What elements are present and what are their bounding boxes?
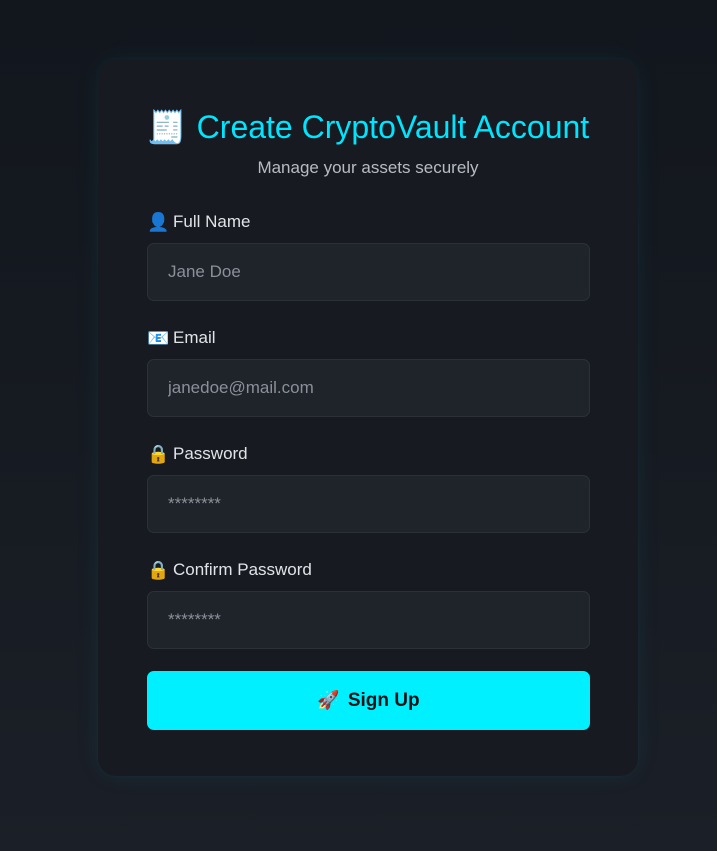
user-icon: 👤 xyxy=(147,212,170,232)
full-name-input[interactable] xyxy=(147,243,590,301)
email-label-text: Email xyxy=(173,328,216,347)
signup-card: 🧾 Create CryptoVault Account Manage your… xyxy=(98,59,638,776)
confirm-password-label: 🔒 Confirm Password xyxy=(147,559,589,581)
full-name-group: 👤 Full Name xyxy=(147,211,590,301)
full-name-label: 👤 Full Name xyxy=(147,211,589,233)
sign-up-button-label: Sign Up xyxy=(347,689,420,711)
page-title-row: 🧾 Create CryptoVault Account xyxy=(147,107,589,147)
confirm-password-label-text: Confirm Password xyxy=(173,560,312,579)
password-group: 🔒 Password xyxy=(147,443,590,533)
receipt-icon: 🧾 xyxy=(146,109,187,145)
password-input[interactable] xyxy=(147,475,590,533)
confirm-password-group: 🔒 Confirm Password xyxy=(147,559,590,649)
sign-up-button[interactable]: 🚀 Sign Up xyxy=(147,671,590,730)
email-input[interactable] xyxy=(147,359,590,417)
password-label: 🔒 Password xyxy=(147,443,589,465)
page-title: Create CryptoVault Account xyxy=(196,109,590,145)
lock-icon: 🔒 xyxy=(147,560,170,580)
email-group: 📧 Email xyxy=(147,327,590,417)
email-label: 📧 Email xyxy=(147,327,589,349)
email-icon: 📧 xyxy=(147,328,170,348)
full-name-label-text: Full Name xyxy=(173,212,251,231)
rocket-icon: 🚀 xyxy=(317,690,340,710)
confirm-password-input[interactable] xyxy=(147,591,590,649)
lock-icon: 🔒 xyxy=(147,444,170,464)
page-subtitle: Manage your assets securely xyxy=(257,158,479,177)
signup-form: 👤 Full Name 📧 Email 🔒 Password 🔒 Confirm… xyxy=(147,211,590,730)
password-label-text: Password xyxy=(173,444,248,463)
